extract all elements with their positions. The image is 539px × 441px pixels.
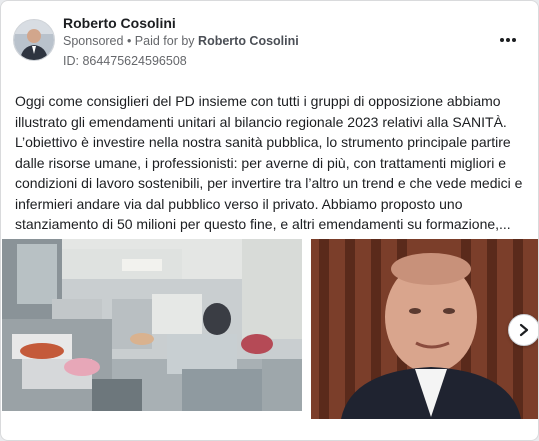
avatar[interactable]	[13, 19, 55, 61]
ad-id: ID: 864475624596508	[63, 54, 187, 68]
carousel-image-portrait[interactable]	[311, 239, 538, 419]
post-body-text: Oggi come consiglieri del PD insieme con…	[15, 93, 523, 232]
paid-for-label: Paid for by	[134, 34, 195, 48]
avatar-image	[14, 20, 54, 60]
three-dots-icon	[500, 38, 516, 42]
portrait-image	[311, 239, 538, 419]
author-name[interactable]: Roberto Cosolini	[63, 15, 176, 31]
meta-separator: •	[123, 34, 135, 48]
paid-for-name[interactable]: Roberto Cosolini	[198, 34, 299, 48]
sponsored-line: Sponsored • Paid for by Roberto Cosolini	[63, 34, 299, 48]
carousel-image-hospital[interactable]	[2, 239, 302, 411]
ad-post-card: Roberto Cosolini Sponsored • Paid for by…	[0, 0, 539, 441]
more-options-button[interactable]	[497, 31, 519, 47]
sponsored-label: Sponsored	[63, 34, 124, 48]
hospital-corridor-image	[2, 239, 302, 411]
carousel-next-button[interactable]	[508, 314, 538, 346]
chevron-right-icon	[519, 323, 529, 337]
